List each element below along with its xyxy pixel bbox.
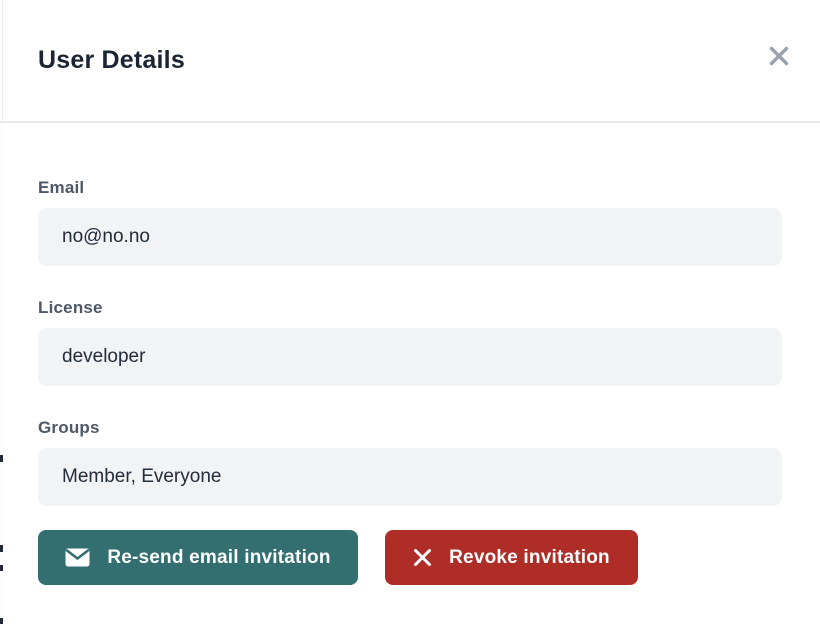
license-field-group: License developer — [38, 298, 782, 386]
action-buttons-row: Re-send email invitation Revoke invitati… — [38, 530, 782, 585]
groups-label: Groups — [38, 418, 782, 438]
email-field-group: Email no@no.no — [38, 178, 782, 266]
background-text-sliver — [0, 618, 3, 624]
background-text-sliver — [0, 455, 3, 462]
revoke-invitation-button[interactable]: Revoke invitation — [385, 530, 638, 585]
envelope-icon — [65, 548, 90, 567]
resend-invitation-label: Re-send email invitation — [107, 547, 330, 569]
license-label: License — [38, 298, 782, 318]
resend-invitation-button[interactable]: Re-send email invitation — [38, 530, 358, 585]
x-icon — [413, 548, 432, 567]
modal-body: Email no@no.no License developer Groups … — [38, 178, 782, 585]
groups-field: Member, Everyone — [38, 448, 782, 506]
email-value: no@no.no — [62, 226, 150, 248]
modal-header: User Details — [3, 0, 820, 121]
close-button[interactable] — [764, 42, 794, 72]
license-field: developer — [38, 328, 782, 386]
background-text-sliver — [0, 545, 3, 552]
screen: User Details Email no@no.no License deve… — [0, 0, 820, 626]
header-divider — [0, 121, 820, 123]
page-title: User Details — [38, 46, 185, 75]
email-field: no@no.no — [38, 208, 782, 266]
background-text-sliver — [0, 565, 3, 571]
groups-value: Member, Everyone — [62, 466, 221, 488]
close-icon — [767, 44, 791, 71]
revoke-invitation-label: Revoke invitation — [449, 547, 610, 569]
groups-field-group: Groups Member, Everyone — [38, 418, 782, 506]
license-value: developer — [62, 346, 145, 368]
email-label: Email — [38, 178, 782, 198]
